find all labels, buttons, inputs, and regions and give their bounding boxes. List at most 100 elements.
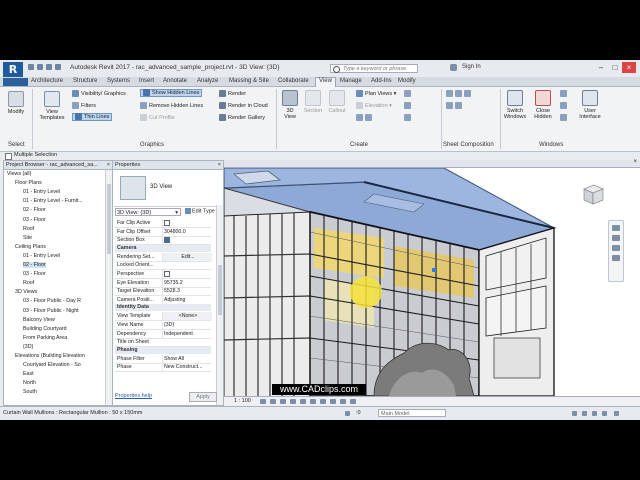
infocenter-icons[interactable] <box>450 64 460 71</box>
tile-button[interactable] <box>560 114 569 121</box>
property-group-header[interactable]: Identity Data <box>115 304 211 312</box>
sheet-button[interactable] <box>446 90 473 97</box>
property-group-header[interactable]: Camera <box>115 244 211 252</box>
tab-annotate[interactable]: Annotate <box>163 78 187 84</box>
navigation-bar[interactable] <box>608 220 624 282</box>
browser-tree-item[interactable]: 03 - Floor Public - Night <box>23 308 79 314</box>
property-checkbox[interactable] <box>164 219 170 226</box>
multiple-selection-checkbox[interactable] <box>5 153 12 160</box>
select-pinned-icon[interactable] <box>592 411 597 416</box>
browser-tree-item[interactable]: From Parking Area <box>23 335 67 341</box>
tab-collaborate[interactable]: Collaborate <box>278 78 309 84</box>
tab-massing-site[interactable]: Massing & Site <box>229 78 269 84</box>
panel-select[interactable]: Select <box>8 142 25 148</box>
close-hidden-button[interactable]: Close Hidden <box>530 90 556 120</box>
worksets-icon[interactable] <box>345 411 350 416</box>
show-hidden-lines-button[interactable]: Show Hidden Lines <box>140 88 203 97</box>
tab-architecture[interactable]: Architecture <box>31 78 63 84</box>
filters-button[interactable]: Filters <box>72 102 96 109</box>
cut-profile-button[interactable]: Cut Profile <box>140 114 175 121</box>
plan-views-button[interactable]: Plan Views ▾ <box>356 90 396 97</box>
tab-systems[interactable]: Systems <box>107 78 130 84</box>
lock-3d-icon[interactable] <box>330 399 336 404</box>
property-value[interactable] <box>162 236 212 245</box>
browser-tree-item[interactable]: East <box>23 371 34 377</box>
section-button[interactable]: Section <box>302 90 324 114</box>
switch-windows-button[interactable]: Switch Windows <box>502 90 528 120</box>
property-value[interactable]: Independent <box>162 329 212 338</box>
more-create-button[interactable] <box>356 114 374 121</box>
tab-modify[interactable]: Modify <box>398 78 416 84</box>
browser-tree-item[interactable]: Site <box>23 235 32 241</box>
browser-tree-item[interactable]: 3D Views <box>15 289 37 295</box>
tab-insert[interactable]: Insert <box>139 78 154 84</box>
visual-style-icon[interactable] <box>270 399 276 404</box>
select-links-icon[interactable] <box>572 411 577 416</box>
property-checkbox[interactable] <box>164 270 170 277</box>
browser-tree-item[interactable]: {3D} <box>23 344 33 350</box>
browser-tree-item[interactable]: 03 - Floor <box>23 217 46 223</box>
browser-tree-item[interactable]: Views (all) <box>7 171 31 177</box>
render-button[interactable]: Render <box>219 90 246 97</box>
select-by-face-icon[interactable] <box>602 411 607 416</box>
property-value[interactable] <box>162 270 212 278</box>
property-value[interactable] <box>162 219 212 227</box>
cascade-button[interactable] <box>560 102 569 109</box>
tab-view[interactable]: View <box>315 77 336 87</box>
temporary-hide-icon[interactable] <box>340 399 346 404</box>
view-templates-button[interactable]: View Templates <box>37 91 67 121</box>
browser-tree-item[interactable]: Courtyard Elevation - So <box>23 362 81 368</box>
viewcube-icon[interactable] <box>578 180 606 208</box>
replicate-button[interactable] <box>560 90 569 97</box>
tab-analyze[interactable]: Analyze <box>197 78 218 84</box>
panel-graphics[interactable]: Graphics <box>140 142 164 148</box>
apply-button[interactable]: Apply <box>189 392 217 402</box>
browser-tree-item[interactable]: Building Courtyard <box>23 326 67 332</box>
tab-add-ins[interactable]: Add-Ins <box>371 78 392 84</box>
callout-button[interactable]: Callout <box>326 90 348 114</box>
browser-tree-item[interactable]: 02 - Floor <box>23 207 46 213</box>
filter-icon[interactable] <box>614 411 619 416</box>
sign-in-button[interactable]: Sign In <box>462 64 481 70</box>
property-value[interactable]: 304800.0 <box>162 227 212 236</box>
detail-level-icon[interactable] <box>260 399 266 404</box>
property-value[interactable]: New Construct... <box>162 363 212 372</box>
browser-tree-item[interactable]: Ceiling Plans <box>15 244 46 250</box>
close-icon[interactable]: × <box>633 159 637 165</box>
property-checkbox[interactable] <box>164 236 170 243</box>
property-value[interactable]: Adjusting <box>162 295 212 304</box>
title-block-button[interactable] <box>446 102 464 109</box>
maximize-button[interactable]: □ <box>608 62 622 73</box>
modify-button[interactable]: Modify <box>3 91 29 115</box>
active-design-option[interactable]: Main Model <box>378 409 446 417</box>
property-value[interactable]: Show All <box>162 354 212 363</box>
search-input[interactable]: Type a keyword or phrase <box>330 64 418 73</box>
browser-tree-item[interactable]: Roof <box>23 226 34 232</box>
property-value[interactable]: Edit... <box>162 252 212 261</box>
property-value[interactable]: <None> <box>162 312 212 321</box>
browser-tree-item[interactable]: 01 - Entry Level - Furnit... <box>23 198 83 204</box>
crop-icon[interactable] <box>310 399 316 404</box>
close-icon[interactable]: × <box>218 161 221 169</box>
property-group-header[interactable]: Phasing <box>115 346 211 354</box>
shadows-icon[interactable] <box>290 399 296 404</box>
view-scale[interactable]: 1 : 100 <box>234 398 251 404</box>
panel-windows[interactable]: Windows <box>539 142 563 148</box>
file-tab[interactable] <box>3 78 28 86</box>
sun-path-icon[interactable] <box>280 399 286 404</box>
property-value[interactable]: {3D} <box>162 321 212 329</box>
edit-type-button[interactable]: Edit Type <box>185 208 215 214</box>
properties-help-link[interactable]: Properties help <box>115 393 152 399</box>
schedules-button[interactable] <box>404 114 413 121</box>
tab-manage[interactable]: Manage <box>340 78 362 84</box>
browser-scrollbar[interactable] <box>105 170 112 405</box>
type-selector-dropdown[interactable]: 3D View: {3D} ▾ <box>115 208 181 216</box>
browser-tree-item[interactable]: North <box>23 380 36 386</box>
elevation-button[interactable]: Elevation ▾ <box>356 102 392 109</box>
browser-tree-item[interactable]: Floor Plans <box>15 180 42 186</box>
remove-hidden-lines-button[interactable]: Remove Hidden Lines <box>140 102 203 109</box>
browser-tree-item[interactable]: 02 - Floor <box>23 262 46 268</box>
browser-tree-item[interactable]: Elevations (Building Elevation <box>15 353 85 359</box>
tab-structure[interactable]: Structure <box>73 78 97 84</box>
visibility-graphics-button[interactable]: Visibility/ Graphics <box>72 90 126 97</box>
